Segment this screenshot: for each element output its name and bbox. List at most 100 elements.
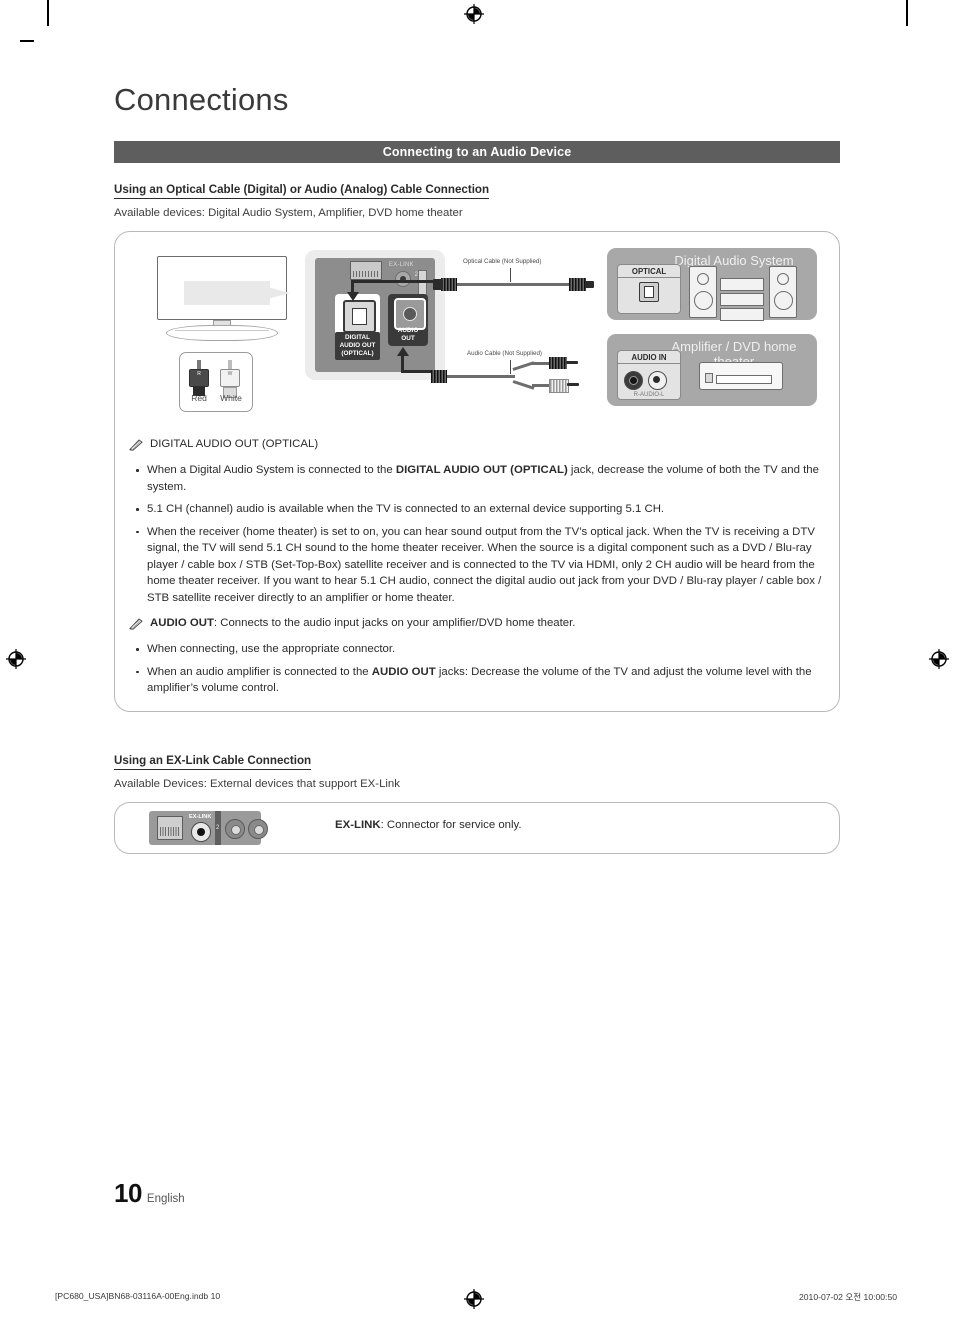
crop-mark-top-left-h	[20, 40, 34, 42]
list-item: When a Digital Audio System is connected…	[129, 462, 825, 495]
digital-caption-line3: (OPTICAL)	[341, 350, 374, 358]
optical-wire-arrow	[347, 292, 359, 302]
section-header-label: Connecting to an Audio Device	[382, 145, 572, 160]
audio-connector-red	[549, 357, 567, 370]
speaker-right-icon	[769, 266, 797, 319]
audio-out-jack: AUDIO OUT	[388, 294, 428, 347]
page-number: 10	[114, 1178, 142, 1208]
digital-caption-line1: DIGITAL	[344, 334, 371, 342]
exlink-jack-icon	[191, 821, 211, 842]
registration-mark-right	[928, 648, 950, 670]
stereo-unit-1	[720, 278, 764, 292]
list-item: When connecting, use the appropriate con…	[129, 641, 825, 658]
registration-mark-left	[5, 648, 27, 670]
optical-in-port: OPTICAL	[617, 264, 681, 315]
bullet-bold: DIGITAL AUDIO OUT (OPTICAL)	[395, 464, 568, 477]
list-item: When the receiver (home theater) is set …	[129, 524, 825, 607]
audio-out-caption: AUDIO OUT	[388, 327, 428, 343]
footer-file-name: [PC680_USA]BN68-03116A-00Eng.indb 10	[55, 1291, 221, 1301]
exlink-panel: EX-LINK 2	[149, 810, 268, 845]
lan-port-icon	[350, 261, 382, 281]
audio-cable-tick	[510, 360, 511, 375]
footer-timestamp: 2010-07-02 오전 10:00:50	[799, 1292, 897, 1302]
bullet-pre: When a Digital Audio System is connected…	[147, 464, 396, 477]
stereo-unit-2	[720, 293, 764, 307]
note-audio-title-rest: : Connects to the audio input jacks on y…	[213, 617, 576, 630]
note-audio-out: AUDIO OUT: Connects to the audio input j…	[129, 616, 825, 635]
note-digital-title: DIGITAL AUDIO OUT (OPTICAL)	[150, 438, 319, 451]
optical-connector-left-body	[433, 279, 443, 291]
exlink-description-rest: : Connector for service only.	[380, 818, 522, 831]
optical-section-heading: Using an Optical Cable (Digital) or Audi…	[114, 183, 490, 200]
page-number-block: 10 English	[114, 1178, 185, 1209]
note-digital-audio-out: DIGITAL AUDIO OUT (OPTICAL)	[129, 437, 825, 456]
tv-back-panel: EX-LINK 2 1 DIGITAL AUDIO OUT (OPTICAL)	[305, 250, 447, 381]
note-pencil-icon	[129, 617, 143, 635]
tv-back-panel-inner: EX-LINK 2 1 DIGITAL AUDIO OUT (OPTICAL)	[315, 258, 435, 373]
print-running-footer: [PC680_USA]BN68-03116A-00Eng.indb 10 201…	[0, 1288, 954, 1308]
note-audio-title: AUDIO OUT: Connects to the audio input j…	[150, 616, 575, 631]
connection-diagram: R W Red White EX-LINK 2 1	[129, 242, 825, 427]
exlink-rca-jack-1	[225, 818, 245, 839]
optical-jack-icon	[343, 300, 376, 334]
rca-jack-left	[648, 371, 667, 391]
audio-cable-label: Audio Cable (Not Supplied)	[467, 350, 542, 358]
crop-mark-top-left-v	[47, 0, 49, 26]
exlink-description-bold: EX-LINK	[335, 818, 381, 831]
tv-stand-base	[166, 325, 278, 342]
optical-in-port-label: OPTICAL	[618, 265, 680, 279]
optical-cable-label: Optical Cable (Not Supplied)	[463, 258, 542, 266]
digital-audio-out-optical-jack: DIGITAL AUDIO OUT (OPTICAL)	[335, 294, 380, 361]
device-box-amplifier-dvd: Amplifier / DVD home theater AUDIO IN R-…	[607, 334, 817, 407]
bullet-pre: 5.1 CH (channel) audio is available when…	[147, 503, 665, 516]
optical-connector-left	[441, 278, 457, 292]
callout-strip	[184, 281, 270, 306]
optical-section: Using an Optical Cable (Digital) or Audi…	[114, 163, 840, 219]
note-audio-title-bold: AUDIO OUT	[150, 617, 214, 630]
exlink-figure: EX-LINK 2 EX-LINK: Connector for service…	[114, 801, 840, 854]
lan-port-icon	[157, 815, 183, 840]
audio-caption-line2: OUT	[401, 335, 415, 343]
exlink-section-available-devices: Available Devices: External devices that…	[114, 777, 400, 790]
digital-caption-line2: AUDIO OUT	[339, 342, 376, 350]
device-box-digital-audio-system: Digital Audio System OPTICAL	[607, 248, 817, 323]
exlink-panel-label: EX-LINK	[189, 813, 212, 820]
exlink-section: Using an EX-Link Cable Connection Availa…	[114, 734, 840, 790]
section-header-bar: Connecting to an Audio Device	[114, 141, 840, 164]
audio-wire-vertical	[401, 356, 405, 374]
red-plug-letter: R	[197, 371, 201, 378]
red-plug-label: Red	[191, 393, 207, 404]
audio-cable-line	[441, 375, 515, 379]
dvd-player-icon	[699, 362, 783, 391]
audio-connector-left	[431, 370, 447, 384]
optical-connection-figure: R W Red White EX-LINK 2 1	[114, 231, 840, 712]
audio-in-port: AUDIO IN R-AUDIO-L	[617, 350, 681, 401]
audio-out-jack-icon	[394, 298, 426, 331]
audio-wire-arrow	[397, 347, 409, 357]
audio-note-bullets: When connecting, use the appropriate con…	[129, 641, 825, 697]
white-plug-letter: W	[227, 371, 233, 378]
optical-cable-tick	[510, 268, 511, 283]
exlink-section-heading: Using an EX-Link Cable Connection	[114, 754, 312, 770]
page-body: Connections Connecting to an Audio Devic…	[114, 0, 840, 854]
optical-section-available-devices: Available devices: Digital Audio System,…	[114, 207, 463, 220]
stereo-unit-3	[720, 308, 764, 322]
exlink-jack-icon	[395, 271, 411, 288]
optical-connector-right	[569, 278, 586, 292]
audio-in-port-label: AUDIO IN	[618, 351, 680, 365]
audio-cable-branch-bottom	[532, 384, 550, 388]
page-language: English	[146, 1193, 185, 1205]
digital-note-bullets: When a Digital Audio System is connected…	[129, 462, 825, 606]
stereo-stack-icon	[720, 278, 764, 323]
audio-caption-line1: AUDIO	[397, 327, 419, 335]
callout-wedge	[264, 286, 290, 301]
white-plug-label: White	[220, 393, 242, 404]
audio-connector-white-tip	[567, 383, 579, 387]
exlink-panel-number: 2	[216, 824, 220, 831]
rca-jack-right	[624, 371, 643, 391]
red-plug-icon: R	[189, 360, 209, 397]
audio-connector-red-tip	[566, 361, 578, 365]
bullet-pre: When connecting, use the appropriate con…	[147, 643, 396, 656]
tv-stand	[157, 320, 287, 342]
audio-connector-white	[549, 379, 569, 394]
